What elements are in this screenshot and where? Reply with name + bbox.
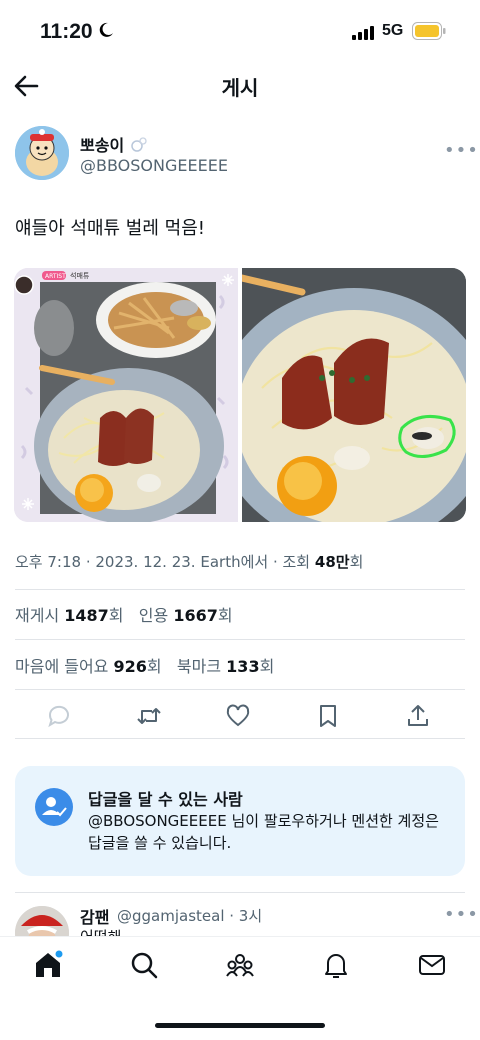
divider	[15, 892, 465, 893]
views-unit: 회	[349, 553, 364, 571]
tweet-text: 얘들아 석매튜 벌레 먹음!	[15, 218, 205, 239]
tweet-source: Earth에서	[200, 553, 269, 571]
home-icon[interactable]	[33, 950, 63, 980]
views-label: 조회	[282, 553, 311, 571]
divider	[15, 738, 465, 739]
people-icon	[35, 788, 73, 826]
reply-permission-body: @BBOSONGEEEEE 님이 팔로우하거나 멘션한 계정은 답글을 쓸 수 …	[88, 812, 439, 852]
bookmarks-unit: 회	[259, 657, 275, 676]
divider	[15, 639, 465, 640]
tweet-date: 2023. 12. 23.	[95, 553, 196, 571]
tweet-meta: 오후 7:18 · 2023. 12. 23. Earth에서 · 조회 48만…	[15, 553, 364, 571]
quotes-unit: 회	[217, 606, 233, 625]
reply-icon[interactable]	[46, 703, 72, 729]
reply-author-name[interactable]: 감팬	[80, 904, 109, 928]
image-badge: ARTIST	[45, 273, 66, 280]
retweets-unit: 회	[108, 606, 124, 625]
likes-unit: 회	[146, 657, 162, 676]
retweets-label[interactable]: 재게시	[15, 606, 59, 625]
page-title: 게시	[221, 76, 259, 100]
author-name[interactable]: 뽀송이	[80, 132, 148, 156]
views-count: 48만	[314, 553, 350, 571]
messages-icon[interactable]	[417, 950, 447, 980]
stats-row-likes: 마음에 들어요 926회 북마크 133회	[15, 653, 274, 677]
author-handle[interactable]: @BBOSONGEEEEE	[80, 156, 228, 175]
share-icon[interactable]	[405, 703, 431, 729]
stats-row-shares: 재게시 1487회 인용 1667회	[15, 602, 233, 626]
reply-permission-title: 답글을 달 수 있는 사람	[88, 790, 243, 809]
tweet-image-1[interactable]: ARTIST 석매튜	[14, 268, 238, 522]
bookmarks-count[interactable]: 133	[226, 657, 259, 676]
image-name: 석매튜	[70, 271, 90, 280]
tweet-time: 오후 7:18	[15, 553, 82, 571]
reply-handle-time[interactable]: @ggamjasteal · 3시	[117, 905, 262, 926]
divider	[15, 589, 465, 590]
pasta-photo-framed: ARTIST 석매튜	[14, 268, 238, 522]
pasta-photo-closeup	[242, 268, 466, 522]
retweets-count[interactable]: 1487	[64, 606, 109, 625]
likes-count[interactable]: 926	[114, 657, 147, 676]
retweet-icon[interactable]	[136, 703, 162, 729]
reply-more-icon[interactable]: •••	[444, 904, 479, 925]
bookmark-icon[interactable]	[315, 703, 341, 729]
divider	[15, 689, 465, 690]
avatar-illustration	[15, 126, 69, 180]
quotes-count[interactable]: 1667	[173, 606, 218, 625]
more-icon[interactable]: •••	[444, 140, 479, 161]
bookmarks-label[interactable]: 북마크	[177, 657, 221, 676]
network-label: 5G	[382, 22, 404, 39]
notifications-icon[interactable]	[321, 950, 351, 980]
like-icon[interactable]	[225, 703, 251, 729]
battery-icon	[412, 22, 446, 40]
tweet-image-2[interactable]	[242, 268, 466, 522]
communities-icon[interactable]	[225, 950, 255, 980]
quotes-label[interactable]: 인용	[139, 606, 168, 625]
signal-icon	[352, 26, 374, 40]
avatar[interactable]	[15, 126, 69, 180]
moon-icon	[99, 22, 113, 37]
home-indicator	[155, 1023, 325, 1028]
search-icon[interactable]	[129, 950, 159, 980]
likes-label[interactable]: 마음에 들어요	[15, 657, 108, 676]
status-time: 11:20	[40, 20, 93, 43]
bubble-emoji-icon	[131, 137, 147, 152]
author-name-text: 뽀송이	[80, 136, 125, 155]
